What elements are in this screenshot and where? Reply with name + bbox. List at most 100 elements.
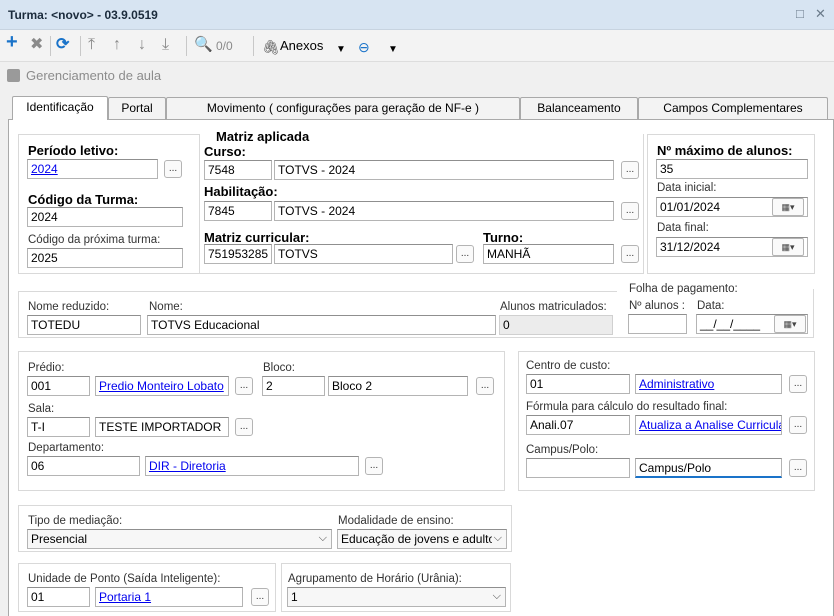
centro-custo-lookup-button[interactable]: ... (789, 375, 807, 393)
departamento-name-input[interactable]: DIR - Diretoria (145, 456, 359, 476)
chevron-down-icon: ⌵ (491, 532, 502, 545)
matriz-code-input[interactable]: 751953285 (204, 244, 272, 264)
alunos-group: Nº máximo de alunos: 35 Data inicial: 01… (647, 134, 815, 274)
habilitacao-code-input[interactable]: 7845 (204, 201, 272, 221)
agrupamento-group: Agrupamento de Horário (Urânia): 1 ⌵ (281, 563, 511, 612)
predio-name-input[interactable]: Predio Monteiro Lobato (95, 376, 229, 396)
formula-code-input[interactable]: Anali.07 (526, 415, 630, 435)
folha-alunos-input[interactable] (628, 314, 687, 334)
sala-name-input[interactable]: TESTE IMPORTADOR (95, 417, 229, 437)
periodo-label: Período letivo: (28, 143, 119, 158)
last-record-icon[interactable]: ⤓ (162, 36, 169, 54)
turno-input[interactable]: MANHÃ (483, 244, 614, 264)
calendar-icon[interactable]: ▦▾ (772, 238, 804, 256)
alunos-matriculados-label: Alunos matriculados: (500, 301, 607, 313)
tipo-mediacao-select[interactable]: Presencial ⌵ (27, 529, 332, 549)
tab-movimento[interactable]: Movimento ( configurações para geração d… (166, 97, 520, 119)
bloco-name-input[interactable]: Bloco 2 (328, 376, 468, 396)
nome-input[interactable]: TOTVS Educacional (147, 315, 496, 335)
chevron-down-icon[interactable]: ▼ (336, 41, 346, 59)
calendar-icon[interactable]: ▦▾ (772, 198, 804, 216)
page-count: 0/0 (216, 39, 233, 53)
calendar-icon[interactable]: ▦▾ (774, 315, 806, 333)
max-alunos-label: Nº máximo de alunos: (657, 143, 793, 158)
tab-identificacao[interactable]: Identificação (12, 96, 108, 120)
anexos-button[interactable]: Anexos (280, 38, 323, 53)
habilitacao-lookup-button[interactable]: ... (621, 202, 639, 220)
unidade-ponto-code-input[interactable]: 01 (27, 587, 90, 607)
ponto-group: Unidade de Ponto (Saída Inteligente): 01… (18, 563, 276, 612)
predio-lookup-button[interactable]: ... (235, 377, 253, 395)
tipo-mediacao-value: Presencial (31, 532, 88, 546)
matriz-curricular-label: Matriz curricular: (204, 230, 310, 245)
departamento-code-input[interactable]: 06 (27, 456, 140, 476)
curso-name-input[interactable]: TOTVS - 2024 (274, 160, 614, 180)
stop-icon[interactable]: ⊖ (358, 38, 370, 56)
codigo-turma-input[interactable]: 2024 (27, 207, 183, 227)
breadcrumb: Gerenciamento de aula (0, 62, 834, 90)
refresh-icon[interactable]: ⟳ (56, 36, 69, 54)
tipo-mediacao-label: Tipo de mediação: (28, 515, 123, 527)
campus-code-input[interactable] (526, 458, 630, 478)
codigo-turma-label: Código da Turma: (28, 192, 139, 207)
matriz-name-input[interactable]: TOTVS (274, 244, 453, 264)
next-record-icon[interactable]: ↓ (138, 36, 146, 54)
curso-lookup-button[interactable]: ... (621, 161, 639, 179)
folha-legend: Folha de pagamento: (627, 283, 740, 295)
delete-icon[interactable]: ✖ (30, 36, 43, 54)
modalidade-select[interactable]: Educação de jovens e adultos ⌵ (337, 529, 507, 549)
habilitacao-label: Habilitação: (204, 184, 278, 199)
predio-code-input[interactable]: 001 (27, 376, 90, 396)
breadcrumb-text: Gerenciamento de aula (26, 68, 162, 83)
centro-custo-name-input[interactable]: Administrativo (635, 374, 782, 394)
curso-code-input[interactable]: 7548 (204, 160, 272, 180)
folha-group: Folha de pagamento: Nº alunos : Data: __… (617, 283, 814, 338)
chevron-down-icon[interactable]: ▼ (388, 41, 398, 59)
proxima-turma-label: Código da próxima turma: (28, 234, 161, 246)
departamento-label: Departamento: (28, 442, 105, 454)
previous-record-icon[interactable]: ↑ (113, 36, 121, 54)
periodo-lookup-button[interactable]: ... (164, 160, 182, 178)
max-alunos-input[interactable]: 35 (656, 159, 808, 179)
agrupamento-value: 1 (291, 590, 298, 604)
tab-campos-complementares[interactable]: Campos Complementares (638, 97, 828, 119)
habilitacao-name-input[interactable]: TOTVS - 2024 (274, 201, 614, 221)
campus-name-input[interactable]: Campus/Polo (635, 458, 782, 478)
sala-code-input[interactable]: T-I (27, 417, 90, 437)
turno-lookup-button[interactable]: ... (621, 245, 639, 263)
toolbar-separator (80, 36, 81, 56)
toolbar-separator (253, 36, 254, 56)
bloco-code-input[interactable]: 2 (262, 376, 325, 396)
folha-data-label: Data: (697, 300, 725, 312)
close-button[interactable]: ✕ (815, 6, 826, 22)
centro-custo-code-input[interactable]: 01 (526, 374, 630, 394)
periodo-input[interactable]: 2024 (27, 159, 158, 179)
formula-name-input[interactable]: Atualiza a Analise Curricular c (635, 415, 782, 435)
restore-button[interactable]: □ (796, 6, 804, 21)
bloco-lookup-button[interactable]: ... (476, 377, 494, 395)
tab-portal[interactable]: Portal (108, 97, 166, 119)
matriz-lookup-button[interactable]: ... (456, 245, 474, 263)
nome-reduzido-label: Nome reduzido: (28, 301, 110, 313)
tab-balanceamento[interactable]: Balanceamento (520, 97, 638, 119)
proxima-turma-input[interactable]: 2025 (27, 248, 183, 268)
predio-label: Prédio: (28, 362, 65, 374)
unidade-ponto-lookup-button[interactable]: ... (251, 588, 269, 606)
agrupamento-label: Agrupamento de Horário (Urânia): (288, 573, 462, 585)
nome-reduzido-input[interactable]: TOTEDU (27, 315, 141, 335)
departamento-lookup-button[interactable]: ... (365, 457, 383, 475)
window-title: Turma: <novo> - 03.9.0519 (8, 8, 158, 22)
plus-icon[interactable]: + (6, 32, 18, 52)
paperclip-icon[interactable]: 🖇 (262, 38, 280, 56)
nome-group: Nome reduzido: TOTEDU Nome: TOTVS Educac… (18, 291, 618, 338)
formula-lookup-button[interactable]: ... (789, 416, 807, 434)
local-group: Prédio: 001 Predio Monteiro Lobato ... B… (18, 351, 505, 491)
search-icon[interactable]: 🔍 (194, 36, 213, 54)
agrupamento-select[interactable]: 1 ⌵ (287, 587, 506, 607)
campus-lookup-button[interactable]: ... (789, 459, 807, 477)
centro-custo-label: Centro de custo: (526, 360, 611, 372)
unidade-ponto-name-input[interactable]: Portaria 1 (95, 587, 243, 607)
first-record-icon[interactable]: ⤒ (88, 36, 95, 54)
sala-lookup-button[interactable]: ... (235, 418, 253, 436)
toolbar-separator (50, 36, 51, 56)
